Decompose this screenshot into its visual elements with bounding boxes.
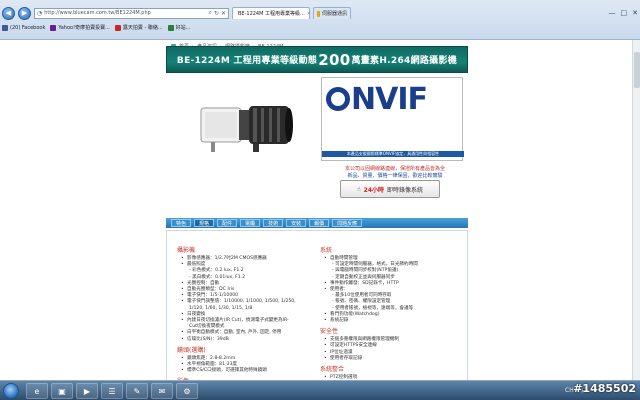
menu-item-accessories[interactable]: 配件 xyxy=(217,219,238,227)
favorite-label: (20) Facebook xyxy=(10,24,46,31)
onvif-logo: NVIF xyxy=(326,81,458,117)
record-label: 即時錄像系統 xyxy=(387,186,424,194)
onvif-caption: 本產品支援國際標準ONVIF協定，具通用性與相容性 xyxy=(322,151,464,157)
promo-text: 本公司以固網線路連線，保證所有產品皆為全 新品、質量、價格一律保固，歡迎比較實驗 xyxy=(335,166,455,180)
spec-section-title: 鏡頭(選購) xyxy=(177,346,206,354)
address-bar[interactable]: ◔ http://www.bluecam.com.tw/BE1224M.php … xyxy=(34,7,229,19)
menu-item-features[interactable]: 特色 xyxy=(171,219,192,227)
spec-section-title: 安全性 xyxy=(320,328,339,336)
spec-list: 鏡頭焦距：2.8-8.2mm水平視角範圍：81-33度標準CS/C口接頭，可選擇… xyxy=(177,356,317,375)
menu-item-tech[interactable]: 技術 xyxy=(263,219,284,227)
browser-chrome: ◀ ▶ ◔ http://www.bluecam.com.tw/BE1224M.… xyxy=(0,0,640,40)
url-text: http://www.bluecam.com.tw/BE1224M.php xyxy=(44,10,151,16)
favorite-label: Yahoo!奇摩拍賣投寶... xyxy=(58,25,110,31)
menu-item-specs[interactable]: 規格 xyxy=(194,219,215,227)
spec-list: 自動時間管理- 可設定時間伺服器，格式，日光節約時間- 與電腦時間同步校對(NT… xyxy=(320,256,460,324)
media-taskbar-icon[interactable]: ▶ xyxy=(76,383,98,399)
menu-item-feedback[interactable]: 問題反應 xyxy=(332,219,363,227)
vertical-scrollbar[interactable] xyxy=(632,40,640,380)
spec-section-title: 系統 xyxy=(320,247,333,254)
spec-column-left: 攝影機影像感應器：1/2.7吋2M CMOS感應器最低照度- 彩色模式：0.2 … xyxy=(177,243,317,380)
back-button[interactable]: ◀ xyxy=(2,6,15,20)
favorites-bar: (20) Facebook Yahoo!奇摩拍賣投寶... 露天拍賣 - 聯絡.… xyxy=(2,23,190,32)
spec-section-title: 系統整合 xyxy=(320,366,345,374)
minimize-icon[interactable]: — xyxy=(609,9,616,17)
spec-content: 攝影機影像感應器：1/2.7吋2M CMOS感應器最低照度- 彩色模式：0.2 … xyxy=(166,230,468,380)
favorite-item[interactable]: (20) Facebook xyxy=(2,24,46,31)
spec-column-right: 系統自動時間管理- 可設定時間伺服器，格式，日光節約時間- 與電腦時間同步校對(… xyxy=(320,243,460,380)
spec-list: 支援多重權限與網路權限管理機制可設定HTTPS安全連線IP位址過濾使用者存取記錄 xyxy=(320,337,460,362)
onvif-logo-text: NVIF xyxy=(351,81,428,117)
watermark: #1485502 xyxy=(573,382,636,395)
spec-item: 標準CS/C口接頭，可選擇其他特殊鏡頭 xyxy=(177,368,317,374)
onvif-logo-box: NVIF 本產品支援國際標準ONVIF協定，具通用性與相容性 xyxy=(321,77,464,161)
maximize-icon[interactable]: □ xyxy=(621,9,628,17)
page-icon: ◔ xyxy=(37,9,43,17)
favorite-label: 好站... xyxy=(175,25,191,31)
promo-line: 本公司以固網線路連線，保證所有產品皆為全 xyxy=(344,166,445,172)
record-system-button[interactable]: ☝ 24小時 即時錄像系統 xyxy=(340,180,440,198)
facebook-icon xyxy=(2,24,8,31)
yahoo-icon xyxy=(50,24,57,31)
close-window-icon[interactable]: ✕ xyxy=(632,9,638,17)
settings-taskbar-icon[interactable]: ⚙ xyxy=(176,383,198,399)
camera-image xyxy=(200,106,293,152)
search-icon[interactable]: ⌕ xyxy=(209,9,212,17)
product-menu: 特色 規格 配件 電纜 技術 安裝 報價 問題反應 xyxy=(166,218,468,228)
tab-inactive[interactable]: 伺服器通訊 xyxy=(313,7,351,19)
site-icon xyxy=(167,24,174,31)
window-controls: — □ ✕ xyxy=(609,9,639,17)
close-tab-icon[interactable]: ✕ xyxy=(307,11,311,17)
menu-item-install[interactable]: 安裝 xyxy=(286,219,307,227)
onvif-ring-icon xyxy=(326,87,350,111)
pointer-hand-icon: ☝ xyxy=(356,185,361,193)
forward-button[interactable]: ▶ xyxy=(18,6,31,20)
menu-item-quote[interactable]: 報價 xyxy=(309,219,330,227)
refresh-icon[interactable]: ↻ xyxy=(214,10,219,17)
banner-highlight: 200 xyxy=(318,50,351,69)
product-banner: BE-1224M 工程用專業等級動態 200 萬畫素H.264網路攝影機 xyxy=(166,46,468,73)
banner-prefix: BE-1224M 工程用專業等級動態 xyxy=(176,56,318,66)
web-page: 首頁 › 產品資訊 › 網路攝影機 › BE-1224M BE-1224M 工程… xyxy=(0,40,632,380)
spec-section-title: 攝影機 xyxy=(177,247,196,254)
tab-inactive-label: 伺服器通訊 xyxy=(321,11,347,17)
stop-icon[interactable]: ✕ xyxy=(221,10,226,17)
favorite-item[interactable]: 露天拍賣 - 聯絡... xyxy=(114,24,163,31)
spec-item: 系統記錄 xyxy=(320,318,460,324)
tab-active[interactable]: BE-1224M 工程用專業等級... ✕ xyxy=(232,7,311,19)
app-taskbar-icon[interactable]: ☰ xyxy=(101,383,123,399)
ie-taskbar-icon[interactable]: e xyxy=(26,383,48,399)
spec-item: 信噪比(S/N)：39dB xyxy=(177,337,317,343)
promo-line: 新品、質量、價格一律保固，歡迎比較實驗 xyxy=(347,173,443,179)
mail-taskbar-icon[interactable]: ✉ xyxy=(151,383,173,399)
tab-favicon-icon xyxy=(317,10,320,17)
menu-item-cables[interactable]: 電纜 xyxy=(240,219,261,227)
favorite-item[interactable]: 好站... xyxy=(167,24,191,31)
tab-active-label: BE-1224M 工程用專業等級... xyxy=(238,11,305,17)
start-button[interactable] xyxy=(3,383,19,399)
spec-item: 使用者存取記錄 xyxy=(320,356,460,362)
record-highlight: 24小時 xyxy=(363,186,384,194)
taskbar: e ▣ ▶ ☰ ✎ ✉ ⚙ CH ◂ 🔊 xyxy=(0,380,640,400)
browser-nav-row: ◀ ▶ ◔ http://www.bluecam.com.tw/BE1224M.… xyxy=(2,6,638,20)
spec-list: 影像感應器：1/2.7吋2M CMOS感應器最低照度- 彩色模式：0.2 lux… xyxy=(177,256,317,343)
editor-taskbar-icon[interactable]: ✎ xyxy=(126,383,148,399)
banner-suffix: 萬畫素H.264網路攝影機 xyxy=(351,56,458,66)
favorite-item[interactable]: Yahoo!奇摩拍賣投寶... xyxy=(50,24,110,31)
favorite-label: 露天拍賣 - 聯絡... xyxy=(122,25,163,31)
scrollbar-thumb[interactable] xyxy=(634,52,640,88)
explorer-taskbar-icon[interactable]: ▣ xyxy=(51,383,73,399)
ruten-icon xyxy=(114,24,121,31)
